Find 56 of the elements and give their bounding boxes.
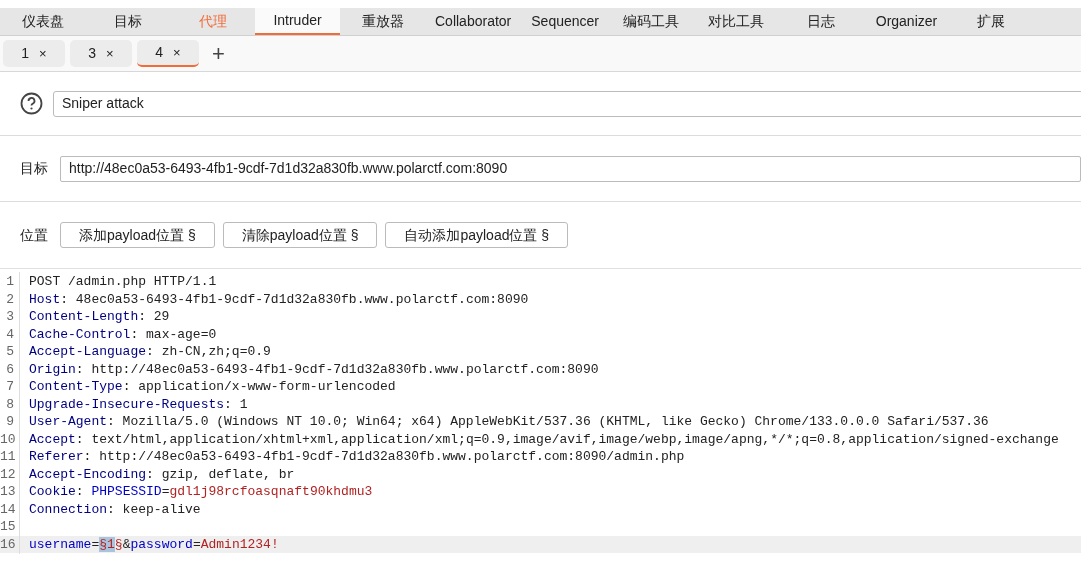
tab[interactable]: 编码工具 (609, 8, 694, 35)
payload-position-button[interactable]: 添加payload位置 § (60, 222, 215, 248)
tab[interactable]: 重放器 (340, 8, 425, 35)
payload-position-button[interactable]: 自动添加payload位置 § (385, 222, 569, 248)
close-icon[interactable]: × (173, 42, 181, 63)
code-line: username=§1§&password=Admin1234! (29, 535, 279, 554)
line-number: 1 (0, 272, 20, 292)
tab[interactable]: Organizer (864, 8, 949, 35)
line-number: 10 (0, 429, 20, 449)
code-line: Referer: http://48ec0a53-6493-4fb1-9cdf-7d1d32a830fb.www.polarctf.com:8090/admin.php (29, 448, 685, 466)
attack-tab[interactable]: 3 × (70, 40, 132, 67)
code-line: Cache-Control: max-age=0 (29, 325, 217, 344)
line-number: 5 (0, 342, 20, 362)
code-line: Content-Type: application/x-www-form-urlencoded (29, 378, 396, 396)
close-icon[interactable]: × (106, 43, 114, 64)
tab[interactable]: Collaborator (425, 8, 522, 35)
code-line: Origin: http://48ec0a53-6493-4fb1-9cdf-7d1d32a830fb.www.polarctf.com:8090 (29, 360, 599, 379)
code-line: POST /admin.php HTTP/1.1 (29, 273, 217, 291)
code-line: Cookie: PHPSESSID=gdl1j98rcfoasqnaft90khdmu3 (29, 483, 373, 501)
close-icon[interactable]: × (39, 43, 47, 64)
line-number: 2 (0, 289, 20, 309)
code-line: User-Agent: Mozilla/5.0 (Windows NT 10.0; Win64; x64) AppleWebKit/537.36 (KHTML, like Gecko) Chrome/133.0.0.0 Safari/537.36 (29, 413, 989, 431)
line-number: 11 (0, 447, 20, 467)
line-number: 12 (0, 464, 20, 484)
tab[interactable]: Sequencer (521, 8, 609, 35)
help-icon[interactable] (20, 92, 43, 115)
code-line: Accept: text/html,application/xhtml+xml,application/xml;q=0.9,image/avif,image/webp,image/apng,*/*;q=0.8,application/signed-exchange (29, 430, 1059, 449)
code-line: Connection: keep-alive (29, 500, 201, 519)
code-line: Upgrade-Insecure-Requests: 1 (29, 395, 248, 414)
tab[interactable]: 日志 (779, 8, 864, 35)
line-number: 16 (0, 534, 20, 554)
line-number: 9 (0, 412, 20, 432)
code-line: Accept-Language: zh-CN,zh;q=0.9 (29, 343, 271, 361)
line-number: 14 (0, 499, 20, 519)
positions-label: 位置 (20, 225, 48, 245)
line-number: 3 (0, 307, 20, 327)
tab[interactable]: 目标 (85, 8, 170, 35)
tab[interactable]: 仪表盘 (0, 8, 85, 35)
attack-tab[interactable]: 4 × (137, 40, 199, 67)
line-number: 8 (0, 394, 20, 414)
line-number: 13 (0, 482, 20, 502)
code-line: Host: 48ec0a53-6493-4fb1-9cdf-7d1d32a830fb.www.polarctf.com:8090 (29, 290, 529, 309)
attack-type-dropdown[interactable]: Sniper attack (53, 90, 1081, 117)
target-url-field[interactable]: http://48ec0a53-6493-4fb1-9cdf-7d1d32a830fb.www.polarctf.com:8090 (60, 155, 1081, 182)
line-number: 4 (0, 324, 20, 344)
line-number: 7 (0, 377, 20, 397)
target-label: 目标 (20, 159, 48, 178)
tab[interactable]: 扩展 (949, 8, 1034, 35)
code-line: Content-Length: 29 (29, 308, 170, 326)
payload-position-button[interactable]: 清除payload位置 § (222, 222, 378, 248)
tab[interactable]: 对比工具 (694, 8, 779, 35)
tab[interactable]: Intruder (255, 8, 340, 35)
code-line: Accept-Encoding: gzip, deflate, br (29, 465, 295, 484)
line-number: 6 (0, 359, 20, 379)
add-tab-icon[interactable]: + (212, 42, 225, 65)
attack-tab[interactable]: 1 × (3, 40, 65, 67)
